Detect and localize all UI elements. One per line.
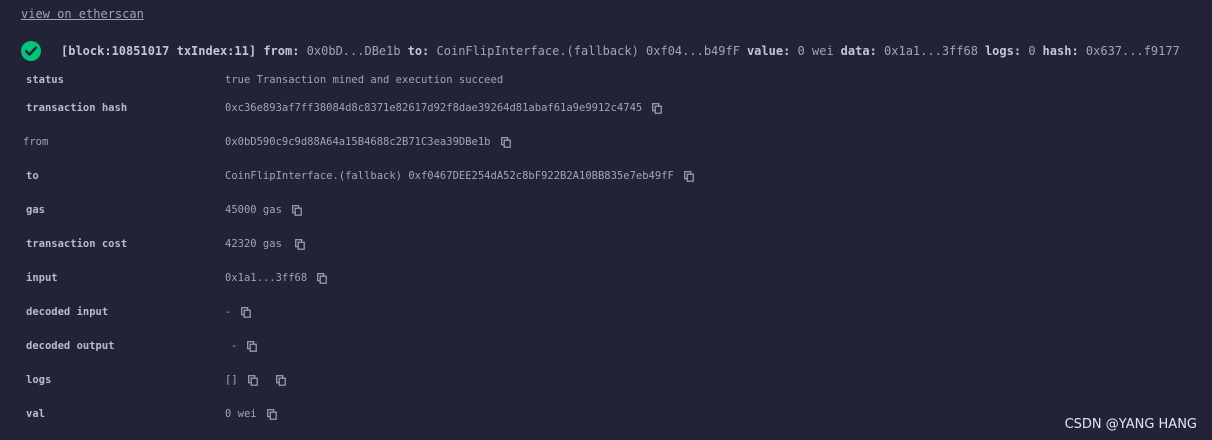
row-label: val	[26, 408, 45, 420]
row-decoded-input: decoded input -	[0, 304, 1100, 320]
decoded-output-value: -	[231, 340, 238, 352]
row-value: CoinFlipInterface.(fallback) 0xf0467DEE2…	[225, 168, 694, 184]
row-label: input	[26, 272, 58, 284]
copy-icon[interactable]	[247, 374, 258, 386]
status-value: true Transaction mined and execution suc…	[225, 74, 504, 86]
row-value: 0xc36e893af7ff38084d8c8371e82617d92f8dae…	[225, 100, 663, 116]
row-logs: logs []	[0, 372, 1100, 388]
summary-hash-value: 0x637...f9177	[1085, 44, 1180, 58]
summary-hash-label: hash:	[1042, 44, 1079, 58]
row-label: from	[23, 136, 49, 148]
summary-data-label: data:	[840, 44, 877, 58]
copy-icon[interactable]	[652, 102, 663, 114]
copy-icon[interactable]	[317, 272, 327, 284]
copy-icon[interactable]	[683, 170, 694, 182]
summary-to-value: CoinFlipInterface.(fallback) 0xf04...b49…	[436, 44, 740, 58]
summary-logs-label: logs:	[984, 44, 1022, 58]
row-value: 0 wei	[225, 406, 277, 422]
summary-from-value: 0x0bD...DBe1b	[306, 44, 401, 58]
copy-icon[interactable]	[241, 306, 252, 318]
input-value: 0x1a1...3ff68	[225, 272, 308, 284]
summary-block: [block:10851017 txIndex:11]	[61, 44, 257, 58]
row-decoded-output: decoded output -	[0, 338, 1100, 354]
copy-icon[interactable]	[295, 238, 305, 250]
summary-data-value: 0x1a1...3ff68	[884, 44, 978, 58]
row-value: 42320 gas	[225, 236, 305, 252]
summary-value-label: value:	[746, 44, 791, 58]
to-value: CoinFlipInterface.(fallback) 0xf0467DEE2…	[225, 170, 674, 182]
row-value: 45000 gas	[225, 202, 302, 218]
row-value: -	[231, 338, 258, 354]
transaction-cost-value: 42320 gas	[225, 238, 282, 250]
copy-icon[interactable]	[292, 204, 302, 216]
success-check-icon	[21, 41, 41, 61]
decoded-input-value: -	[225, 306, 232, 318]
watermark: CSDN @YANG HANG	[1064, 417, 1197, 432]
summary-logs-value: 0	[1028, 44, 1036, 58]
row-value: -	[225, 304, 252, 320]
copy-icon[interactable]	[266, 408, 277, 420]
val-value: 0 wei	[225, 408, 257, 420]
view-on-etherscan-link[interactable]: view on etherscan	[21, 7, 144, 21]
transaction-summary[interactable]: [block:10851017 txIndex:11] from: 0x0bD.…	[21, 40, 1180, 62]
row-gas: gas 45000 gas	[0, 202, 1100, 218]
row-value: true Transaction mined and execution suc…	[225, 72, 503, 88]
row-label: logs	[26, 374, 52, 386]
row-transaction-cost: transaction cost 42320 gas	[0, 236, 1100, 252]
logs-value: []	[225, 374, 238, 386]
row-label: to	[26, 170, 39, 182]
row-value: 0x0bD590c9c9d88A64a15B4688c2B71C3ea39DBe…	[225, 134, 511, 150]
row-label: decoded output	[26, 340, 115, 352]
row-val: val 0 wei	[0, 406, 1100, 422]
summary-to-label: to:	[407, 44, 430, 58]
row-from: from 0x0bD590c9c9d88A64a15B4688c2B71C3ea…	[0, 134, 1100, 150]
row-label: transaction cost	[26, 238, 128, 250]
row-input: input 0x1a1...3ff68	[0, 270, 1100, 286]
row-label: transaction hash	[26, 102, 128, 114]
row-label: decoded input	[26, 306, 109, 318]
copy-icon[interactable]	[275, 374, 286, 386]
copy-icon[interactable]	[500, 136, 511, 148]
row-value: []	[225, 372, 286, 388]
transaction-details-page: view on etherscan [block:10851017 txInde…	[0, 0, 1212, 440]
row-value: 0x1a1...3ff68	[225, 270, 327, 286]
copy-icon[interactable]	[247, 340, 258, 352]
row-label: status	[26, 74, 64, 86]
row-status: status true Transaction mined and execut…	[0, 72, 1100, 88]
from-value: 0x0bD590c9c9d88A64a15B4688c2B71C3ea39DBe…	[225, 136, 491, 148]
gas-value: 45000 gas	[225, 204, 282, 216]
row-to: to CoinFlipInterface.(fallback) 0xf0467D…	[0, 168, 1100, 184]
row-label: gas	[26, 204, 45, 216]
transaction-hash-value: 0xc36e893af7ff38084d8c8371e82617d92f8dae…	[225, 102, 643, 114]
row-transaction-hash: transaction hash 0xc36e893af7ff38084d8c8…	[0, 100, 1100, 116]
summary-value-value: 0 wei	[797, 44, 834, 58]
summary-from-label: from:	[263, 44, 300, 58]
